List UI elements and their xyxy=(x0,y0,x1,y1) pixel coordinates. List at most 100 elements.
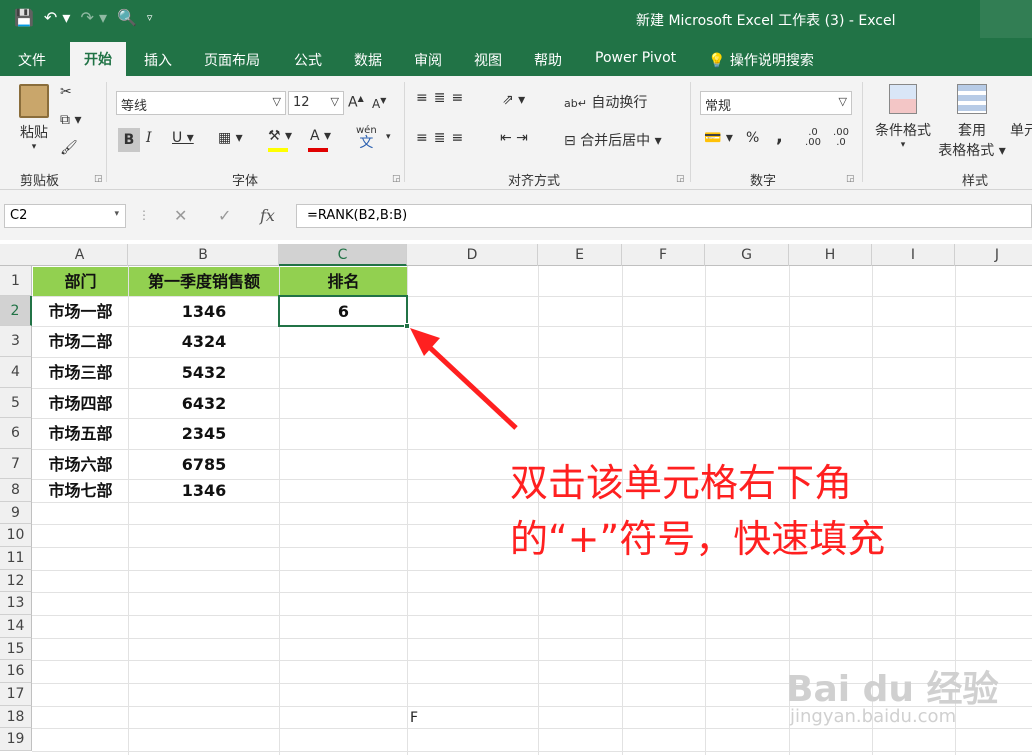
percent-button[interactable]: % xyxy=(746,130,759,146)
horizontal-align-icons[interactable]: ≡≣≡ xyxy=(416,130,469,146)
conditional-format-button[interactable]: 条件格式 ▾ xyxy=(872,84,934,150)
paste-button[interactable]: 粘贴 ▾ xyxy=(14,84,54,152)
increase-font-icon[interactable]: A▲ xyxy=(348,94,364,111)
indent-icons[interactable]: ⇤ ⇥ xyxy=(500,130,528,146)
cell-b8[interactable]: 1346 xyxy=(129,480,279,502)
dialog-launcher-icon[interactable]: ◲ xyxy=(392,174,401,184)
tab-formulas[interactable]: 公式 xyxy=(294,50,322,70)
cancel-icon[interactable]: ✕ xyxy=(174,206,187,225)
cell-b6[interactable]: 2345 xyxy=(129,419,279,449)
row-header-13[interactable]: 13 xyxy=(0,592,32,615)
cell-a4[interactable]: 市场三部 xyxy=(33,358,128,388)
cell-b7[interactable]: 6785 xyxy=(129,450,279,479)
row-header-6[interactable]: 6 xyxy=(0,418,32,449)
row-header-8[interactable]: 8 xyxy=(0,479,32,502)
cell-d18[interactable]: F xyxy=(410,710,418,726)
save-icon[interactable]: 💾 xyxy=(14,8,34,27)
dialog-launcher-icon[interactable]: ◲ xyxy=(676,174,685,184)
phonetic-guide-icon[interactable]: wén 文 xyxy=(356,126,377,151)
format-painter-icon[interactable]: 🖌 xyxy=(60,140,78,156)
format-as-table-button[interactable]: 套用 表格格式 ▾ xyxy=(936,84,1008,160)
row-header-9[interactable]: 9 xyxy=(0,502,32,524)
increase-decimal-button[interactable]: .0 .00 xyxy=(802,128,824,148)
cell-b2[interactable]: 1346 xyxy=(129,297,279,326)
column-header-f[interactable]: F xyxy=(622,244,705,266)
fill-handle[interactable] xyxy=(404,323,410,329)
decrease-font-icon[interactable]: A▼ xyxy=(372,96,386,111)
row-header-14[interactable]: 14 xyxy=(0,615,32,638)
row-header-17[interactable]: 17 xyxy=(0,683,32,706)
column-header-b[interactable]: B xyxy=(128,244,279,266)
cut-icon[interactable]: ✂ xyxy=(60,84,72,100)
column-header-j[interactable]: J xyxy=(955,244,1032,266)
row-header-2[interactable]: 2 xyxy=(0,296,32,326)
chevron-down-icon[interactable]: ▾ xyxy=(386,132,391,142)
tab-help[interactable]: 帮助 xyxy=(534,50,562,70)
row-header-11[interactable]: 11 xyxy=(0,547,32,570)
tab-review[interactable]: 审阅 xyxy=(414,50,442,70)
column-header-g[interactable]: G xyxy=(705,244,789,266)
font-color-icon[interactable]: A ▾ xyxy=(310,128,331,144)
row-header-4[interactable]: 4 xyxy=(0,357,32,388)
orientation-icon[interactable]: ⇗ ▾ xyxy=(502,92,525,108)
tab-page-layout[interactable]: 页面布局 xyxy=(204,50,260,70)
tab-view[interactable]: 视图 xyxy=(474,50,502,70)
comma-button[interactable]: , xyxy=(776,126,783,147)
underline-button[interactable]: U ▾ xyxy=(172,130,194,146)
column-header-d[interactable]: D xyxy=(407,244,538,266)
row-header-16[interactable]: 16 xyxy=(0,660,32,683)
accounting-format-icon[interactable]: 💳 ▾ xyxy=(704,130,733,146)
customize-qat-icon[interactable]: ▿ xyxy=(147,11,153,24)
cell-b3[interactable]: 4324 xyxy=(129,327,279,357)
column-header-i[interactable]: I xyxy=(872,244,955,266)
tell-me-search[interactable]: 💡 操作说明搜索 xyxy=(708,50,814,70)
cell-a6[interactable]: 市场五部 xyxy=(33,419,128,449)
row-header-5[interactable]: 5 xyxy=(0,388,32,418)
cell-a5[interactable]: 市场四部 xyxy=(33,389,128,418)
row-header-18[interactable]: 18 xyxy=(0,706,32,728)
bold-button[interactable]: B xyxy=(118,128,140,152)
print-preview-icon[interactable]: 🔍 xyxy=(117,8,137,27)
insert-function-icon[interactable]: fx xyxy=(260,206,275,225)
cell-a1[interactable]: 部门 xyxy=(33,267,128,296)
wrap-text-button[interactable]: ab↵ 自动换行 xyxy=(564,92,647,112)
row-header-1[interactable]: 1 xyxy=(0,266,32,296)
number-format-select[interactable]: 常规 ▽ xyxy=(700,91,852,115)
tab-data[interactable]: 数据 xyxy=(354,50,382,70)
cell-c1[interactable]: 排名 xyxy=(280,267,407,296)
row-header-19[interactable]: 19 xyxy=(0,728,32,751)
font-size-select[interactable]: 12 ▽ xyxy=(288,91,344,115)
cell-b5[interactable]: 6432 xyxy=(129,389,279,418)
formula-input[interactable]: =RANK(B2,B:B) xyxy=(296,204,1032,228)
column-header-c[interactable]: C xyxy=(279,244,407,266)
italic-button[interactable]: I xyxy=(146,130,152,146)
borders-icon[interactable]: ▦ ▾ xyxy=(218,130,243,146)
tab-home[interactable]: 开始 xyxy=(70,42,126,76)
merge-center-button[interactable]: ⊟ 合并后居中 ▾ xyxy=(564,130,662,150)
row-header-15[interactable]: 15 xyxy=(0,638,32,660)
undo-icon[interactable]: ↶ ▾ xyxy=(44,8,71,27)
row-header-7[interactable]: 7 xyxy=(0,449,32,479)
column-header-h[interactable]: H xyxy=(789,244,872,266)
font-name-select[interactable]: 等线 ▽ xyxy=(116,91,286,115)
column-header-a[interactable]: A xyxy=(32,244,128,266)
decrease-decimal-button[interactable]: .00 .0 xyxy=(830,128,852,148)
cell-b4[interactable]: 5432 xyxy=(129,358,279,388)
cell-a7[interactable]: 市场六部 xyxy=(33,450,128,479)
enter-icon[interactable]: ✓ xyxy=(218,206,231,225)
name-box[interactable]: C2 ▾ xyxy=(4,204,126,228)
redo-icon[interactable]: ↷ ▾ xyxy=(80,8,107,27)
row-header-12[interactable]: 12 xyxy=(0,570,32,592)
cell-styles-button[interactable]: 单元 xyxy=(1010,84,1032,140)
cell-a2[interactable]: 市场一部 xyxy=(33,297,128,326)
cell-b1[interactable]: 第一季度销售额 xyxy=(129,267,279,296)
row-header-3[interactable]: 3 xyxy=(0,326,32,357)
vertical-align-icons[interactable]: ≡≣≡ xyxy=(416,90,469,106)
row-header-10[interactable]: 10 xyxy=(0,524,32,547)
tab-power-pivot[interactable]: Power Pivot xyxy=(595,50,676,66)
copy-icon[interactable]: ⧉ ▾ xyxy=(60,112,81,128)
fill-color-icon[interactable]: ⚒ ▾ xyxy=(268,128,292,144)
column-header-e[interactable]: E xyxy=(538,244,622,266)
tab-file[interactable]: 文件 xyxy=(18,50,46,70)
dialog-launcher-icon[interactable]: ◲ xyxy=(846,174,855,184)
